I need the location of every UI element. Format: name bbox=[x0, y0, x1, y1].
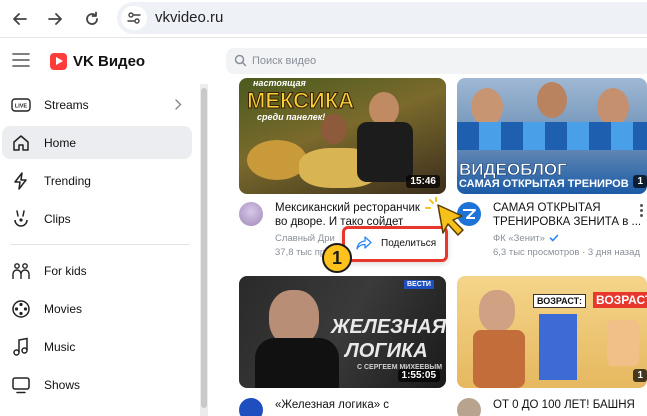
person-image bbox=[479, 290, 515, 332]
video-title[interactable]: Мексиканский ресторанчик bbox=[275, 201, 420, 215]
person-image bbox=[471, 88, 503, 126]
thumbnail-text: ВИДЕОБЛОГ bbox=[459, 160, 567, 180]
video-views: 37,8 тыс пр bbox=[275, 247, 326, 258]
search-icon bbox=[234, 54, 247, 67]
arrow-right-icon bbox=[48, 13, 62, 25]
clips-icon bbox=[11, 209, 31, 229]
step-badge: 1 bbox=[322, 243, 352, 273]
video-thumbnail[interactable]: ВОЗРАСТ: ВОЗРАСТ: 5 1 bbox=[457, 276, 647, 388]
video-title[interactable]: ТРЕНИРОВКА ЗЕНИТА в ... bbox=[493, 215, 641, 229]
url-text: vkvideo.ru bbox=[155, 9, 224, 26]
share-arrow-icon bbox=[356, 236, 372, 250]
thumbnail-text: настоящая bbox=[253, 78, 306, 88]
person-image bbox=[597, 88, 629, 126]
channel-name[interactable]: ФК «Зенит» bbox=[493, 233, 545, 244]
sidebar-item-clips[interactable]: Clips bbox=[2, 202, 192, 235]
lightning-icon bbox=[11, 171, 31, 191]
thumbnail-text: ВОЗРАСТ: bbox=[533, 294, 587, 308]
video-title[interactable]: «Железная логика» с bbox=[275, 398, 389, 412]
sidebar-item-streams[interactable]: LIVE Streams bbox=[2, 88, 192, 121]
forward-button[interactable] bbox=[43, 7, 67, 31]
thumbnail-text: ЖЕЛЕЗНАЯ bbox=[331, 316, 446, 338]
back-button[interactable] bbox=[8, 7, 32, 31]
person-image bbox=[537, 82, 567, 118]
search-input[interactable] bbox=[252, 51, 632, 71]
sidebar-item-label: For kids bbox=[44, 263, 87, 278]
channel-avatar[interactable] bbox=[239, 202, 263, 226]
video-thumbnail[interactable]: настоящая МЕКСИКА среди панелек! 15:46 bbox=[239, 78, 446, 194]
sidebar-item-home[interactable]: Home bbox=[2, 126, 192, 159]
more-options-icon[interactable] bbox=[640, 204, 644, 218]
sidebar-item-label: Music bbox=[44, 339, 76, 354]
jersey-image bbox=[457, 122, 647, 150]
site-info-button[interactable] bbox=[121, 6, 147, 30]
sidebar-item-shows[interactable]: Shows bbox=[2, 368, 192, 401]
verified-check-icon bbox=[549, 234, 559, 242]
video-thumbnail[interactable]: ВИДЕОБЛОГ САМАЯ ОТКРЫТАЯ ТРЕНИРОВ 1 bbox=[457, 78, 647, 194]
sidebar-item-music[interactable]: Music bbox=[2, 330, 192, 363]
tune-icon bbox=[127, 12, 141, 24]
reload-button[interactable] bbox=[80, 7, 104, 31]
game-character-image bbox=[539, 314, 577, 380]
video-duration: 15:46 bbox=[406, 175, 440, 188]
channel-badge: ВЕСТИ bbox=[404, 280, 434, 289]
sidebar-item-label: Movies bbox=[44, 301, 83, 316]
live-icon: LIVE bbox=[11, 95, 31, 115]
svg-text:LIVE: LIVE bbox=[15, 104, 28, 110]
game-character-image bbox=[607, 320, 639, 366]
scroll-thumb[interactable] bbox=[201, 88, 207, 408]
address-bar[interactable]: vkvideo.ru bbox=[117, 2, 647, 34]
vk-video-logo[interactable]: VK Видео bbox=[50, 50, 145, 72]
sidebar-item-for-kids[interactable]: For kids bbox=[2, 254, 192, 287]
video-duration: 1 bbox=[633, 175, 647, 188]
sidebar-scrollbar[interactable] bbox=[200, 84, 208, 416]
channel-avatar[interactable] bbox=[239, 398, 263, 416]
tv-icon bbox=[11, 375, 31, 395]
chevron-right-icon bbox=[175, 99, 182, 110]
play-logo-icon bbox=[50, 52, 67, 70]
sidebar-item-label: Clips bbox=[44, 211, 71, 226]
channel-name[interactable]: Славный Дри bbox=[275, 233, 335, 244]
sidebar-item-label: Shows bbox=[44, 377, 81, 392]
video-views: 6,3 тыс просмотров · 3 дня назад bbox=[493, 247, 640, 258]
video-thumbnail[interactable]: ВЕСТИ ЖЕЛЕЗНАЯ ЛОГИКА С СЕРГЕЕМ МИХЕЕВЫМ… bbox=[239, 276, 446, 388]
video-duration: 1 bbox=[633, 369, 647, 382]
video-title[interactable]: ОТ 0 ДО 100 ЛЕТ! БАШНЯ bbox=[493, 398, 635, 412]
browser-toolbar: vkvideo.ru bbox=[0, 0, 647, 38]
sidebar-item-label: Home bbox=[44, 135, 77, 150]
video-duration: 1:55:05 bbox=[397, 369, 440, 382]
app-header: VK Видео bbox=[0, 44, 647, 78]
thumbnail-text: ВОЗРАСТ: 5 bbox=[593, 292, 647, 308]
sidebar-item-label: Streams bbox=[44, 97, 89, 112]
food-plate-image bbox=[247, 140, 307, 180]
search-box[interactable] bbox=[226, 48, 647, 74]
sidebar-item-trending[interactable]: Trending bbox=[2, 164, 192, 197]
arrow-left-icon bbox=[13, 13, 27, 25]
kids-icon bbox=[11, 261, 31, 281]
sidebar-divider bbox=[10, 244, 190, 245]
sidebar-item-movies[interactable]: Movies bbox=[2, 292, 192, 325]
sidebar-item-label: Trending bbox=[44, 173, 91, 188]
thumbnail-text: САМАЯ ОТКРЫТАЯ ТРЕНИРОВ bbox=[459, 178, 629, 190]
person-image bbox=[369, 92, 399, 126]
reload-icon bbox=[86, 11, 98, 25]
sidebar: LIVE Streams Home Trending Clips For kid… bbox=[0, 84, 200, 416]
logo-text: VK Видео bbox=[73, 52, 146, 70]
music-note-icon bbox=[11, 337, 31, 357]
person-image bbox=[357, 122, 413, 182]
thumbnail-text: среди панелек! bbox=[257, 112, 326, 122]
thumbnail-text: ЛОГИКА bbox=[345, 340, 428, 362]
pointer-cursor-icon bbox=[425, 197, 464, 236]
channel-avatar[interactable] bbox=[457, 398, 481, 416]
home-icon bbox=[11, 133, 31, 153]
film-reel-icon bbox=[11, 299, 31, 319]
thumbnail-text: МЕКСИКА bbox=[246, 88, 355, 114]
person-image bbox=[473, 330, 525, 388]
menu-icon[interactable] bbox=[12, 52, 30, 68]
person-image bbox=[255, 338, 339, 388]
video-title[interactable]: САМАЯ ОТКРЫТАЯ bbox=[493, 201, 601, 215]
